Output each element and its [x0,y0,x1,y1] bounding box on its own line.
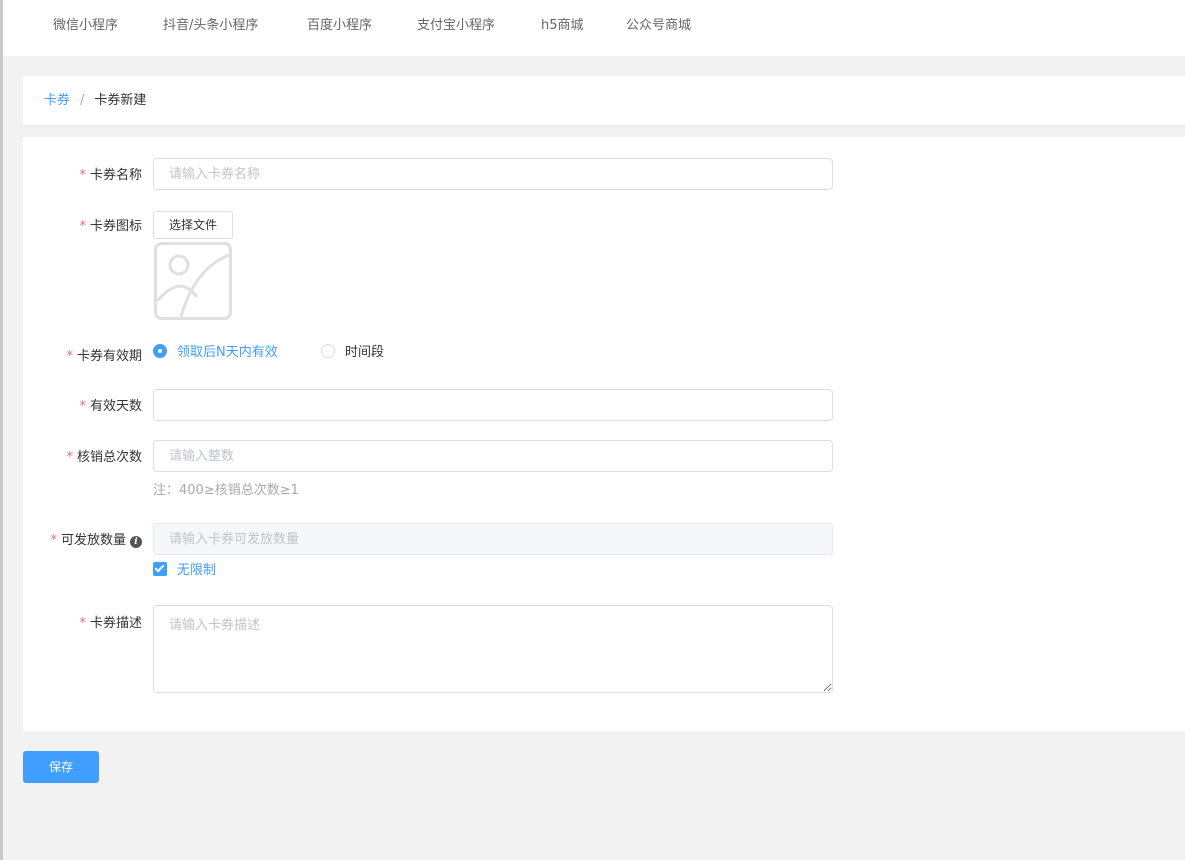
uses-label: * 核销总次数 [66,450,142,465]
save-button[interactable]: 保存 [23,751,99,783]
tab-douyin-toutiao-miniprogram[interactable]: 抖音/头条小程序 [163,0,258,52]
checkbox-checked-icon [153,562,167,576]
coupon-description-textarea[interactable] [153,605,833,693]
icon-label: * 卡券图标 [79,219,142,234]
info-icon[interactable]: i [130,536,142,548]
breadcrumb-card: 卡券 / 卡券新建 [23,76,1185,126]
uses-hint: 注：400≥核销总次数≥1 [153,483,299,498]
breadcrumb: 卡券 / 卡券新建 [44,76,146,126]
required-mark: * [66,349,73,364]
tab-official-account-mall[interactable]: 公众号商城 [626,0,691,52]
required-mark: * [79,616,86,631]
unlimited-checkbox[interactable]: 无限制 [153,562,216,580]
name-label: * 卡券名称 [79,168,142,183]
radio-unchecked-icon [321,344,335,358]
radio-time-range[interactable]: 时间段 [321,343,384,363]
tab-alipay-miniprogram[interactable]: 支付宝小程序 [417,0,495,52]
radio-n-days[interactable]: 领取后N天内有效 [153,343,278,363]
breadcrumb-current: 卡券新建 [94,93,147,108]
required-mark: * [79,219,86,234]
breadcrumb-link-coupons[interactable]: 卡券 [44,93,70,108]
coupon-name-input[interactable] [153,158,833,190]
required-mark: * [66,450,73,465]
required-mark: * [50,533,57,548]
quantity-label: * 可发放数量 i [50,529,142,548]
image-placeholder-icon[interactable] [153,241,233,321]
choose-file-button[interactable]: 选择文件 [153,211,233,239]
validity-label: * 卡券有效期 [66,349,142,364]
required-mark: * [79,168,86,183]
tab-wechat-miniprogram[interactable]: 微信小程序 [53,0,118,52]
total-uses-input[interactable] [153,440,833,472]
desc-label: * 卡券描述 [79,616,142,631]
platform-tab-bar: 微信小程序 抖音/头条小程序 百度小程序 支付宝小程序 h5商城 公众号商城 [3,0,1185,56]
issue-quantity-input[interactable] [153,523,833,555]
tab-baidu-miniprogram[interactable]: 百度小程序 [307,0,372,52]
valid-days-input[interactable] [153,389,833,421]
tab-h5-mall[interactable]: h5商城 [541,0,584,52]
window-left-border [0,0,3,860]
coupon-form: *卡券名称 *卡券图标 选择文件 *卡券有效期 领取后N天内有效 时间段 *有效… [23,137,1185,731]
breadcrumb-separator: / [80,93,85,108]
required-mark: * [79,399,86,414]
days-label: * 有效天数 [79,399,142,414]
radio-checked-icon [153,344,167,358]
